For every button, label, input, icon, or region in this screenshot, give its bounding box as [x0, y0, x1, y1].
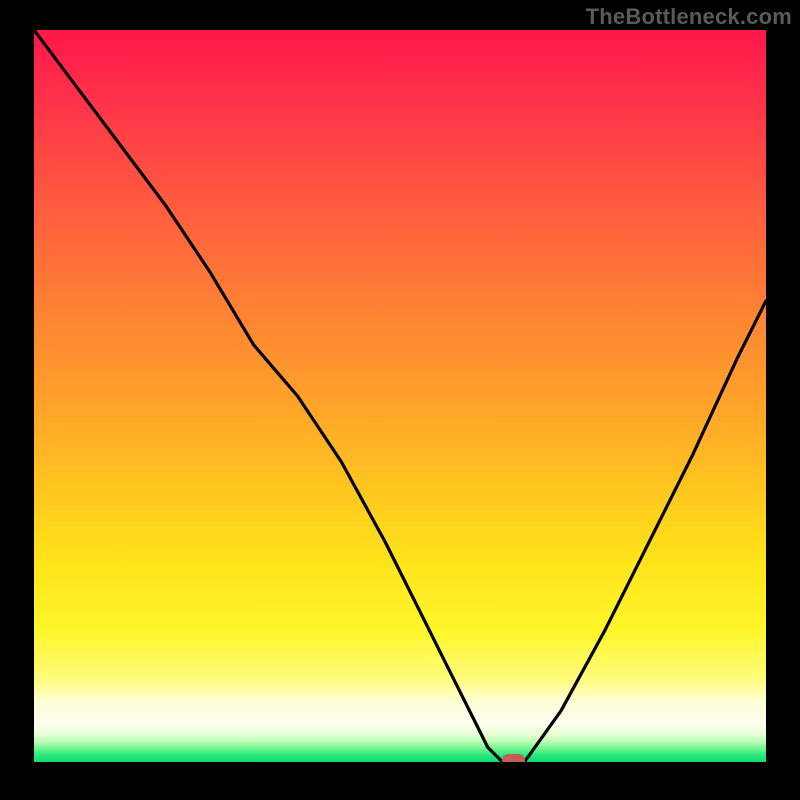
watermark-text: TheBottleneck.com: [586, 4, 792, 30]
bottleneck-curve: [34, 30, 766, 762]
chart-stage: TheBottleneck.com: [0, 0, 800, 800]
plot-area: [34, 30, 766, 762]
curve-svg: [34, 30, 766, 762]
optimal-point-marker: [503, 755, 525, 763]
